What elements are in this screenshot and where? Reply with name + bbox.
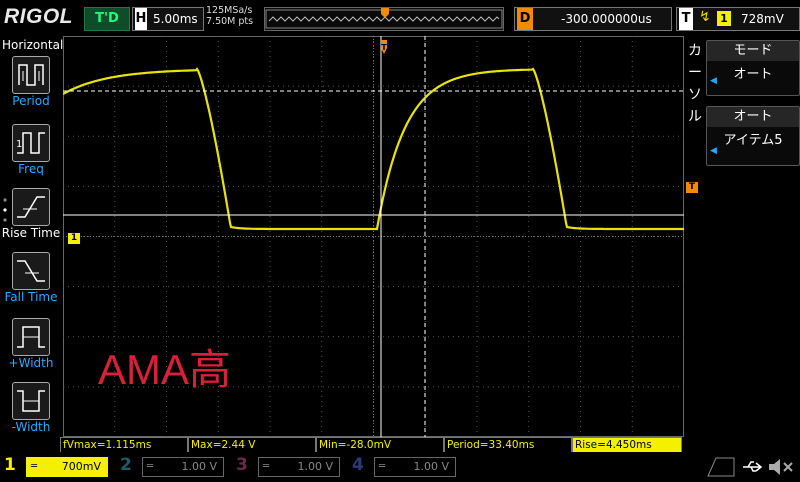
fall-time-icon — [12, 252, 50, 290]
measure-positive-width-label: +Width — [8, 356, 54, 370]
cursor-item-arrow-icon: ◀ — [710, 146, 717, 156]
measure-fall-time-button[interactable]: Fall Time — [0, 252, 62, 316]
measure-rise-time-label: Rise Time — [1, 226, 61, 240]
top-status-bar: RIGOL T'D H 5.00ms 125MSa/s 7.50M pts D … — [0, 0, 800, 36]
channel-3-settings: ═ 1.00 V — [258, 457, 340, 477]
channel-3-scale: 1.00 V — [297, 460, 333, 473]
measurement-item-selected[interactable]: Rise=4.450ms — [572, 437, 682, 453]
delay-value: -300.000000us — [561, 12, 652, 26]
measure-positive-width-button[interactable]: +Width — [0, 318, 62, 382]
trigger-label: T — [679, 8, 693, 30]
measure-negative-width-label: -Width — [11, 420, 51, 434]
measurement-item[interactable]: fVmax=1.115ms — [60, 437, 188, 453]
rise-time-icon — [12, 188, 50, 226]
channel-4-settings: ═ 1.00 V — [374, 457, 456, 477]
usb-icon — [740, 458, 764, 476]
measurement-bar: fVmax=1.115ms Max=2.44 V Min=-28.0mV Per… — [60, 437, 684, 453]
trigger-source: 1 — [717, 11, 731, 26]
cursor-item-header: オート — [707, 107, 799, 127]
period-icon — [12, 56, 50, 94]
measure-fall-time-label: Fall Time — [4, 290, 58, 304]
frequency-icon: 1 — [12, 124, 50, 162]
measure-negative-width-button[interactable]: -Width — [0, 382, 62, 446]
cursor-mode-arrow-icon: ◀ — [710, 76, 717, 86]
negative-width-icon — [12, 382, 50, 420]
measurement-item[interactable]: Max=2.44 V — [188, 437, 316, 453]
trigger-level: 728mV — [741, 12, 784, 26]
channel-4-coupling-icon: ═ — [379, 461, 386, 472]
measurement-item[interactable]: Min=-28.0mV — [316, 437, 444, 453]
measure-period-label: Period — [12, 94, 50, 108]
delay-label: D — [517, 8, 533, 30]
cursor-item-button[interactable]: オート アイテム5 ◀ — [706, 106, 800, 166]
svg-text:1: 1 — [16, 139, 22, 150]
cursor-item-value: アイテム5 — [723, 133, 783, 148]
timebase-value: 5.00ms — [153, 12, 198, 26]
menu-page-dots — [2, 196, 7, 236]
trigger-slope-icon: ↯ — [699, 9, 711, 25]
channel-4[interactable]: 4 ═ 1.00 V — [352, 455, 462, 479]
measure-period-button[interactable]: Period — [0, 56, 62, 120]
memory-trigger-marker — [381, 8, 389, 18]
sample-rate: 125MSa/s — [206, 5, 253, 16]
timebase-box[interactable]: H 5.00ms — [132, 7, 204, 31]
menu-tab-icon[interactable] — [706, 456, 736, 478]
measure-rise-time-button[interactable]: Rise Time — [0, 188, 62, 252]
channel-3[interactable]: 3 ═ 1.00 V — [236, 455, 346, 479]
channel-1[interactable]: 1 ═ 700mV — [4, 455, 114, 479]
watermark-text: AMA高 — [98, 346, 232, 393]
measure-menu: Horizontal Period 1 Freq Rise Time Fall … — [0, 36, 64, 456]
cursor-menu-title: カーソル — [688, 43, 702, 125]
trigger-box[interactable]: T ↯ 1 728mV — [676, 7, 800, 31]
channel-2-scale: 1.00 V — [181, 460, 217, 473]
horizontal-label: H — [135, 8, 147, 30]
measure-freq-label: Freq — [18, 162, 44, 176]
memory-depth: 7.50M pts — [206, 16, 254, 27]
channel-4-number: 4 — [352, 455, 364, 475]
memory-waveform-overview — [265, 8, 503, 29]
trigger-level-marker: T — [686, 182, 698, 193]
measurement-item[interactable]: Period=33.40ms — [444, 437, 572, 453]
cursor-mode-header: モード — [707, 41, 799, 61]
channel-2-coupling-icon: ═ — [147, 461, 154, 472]
acquisition-info: 125MSa/s 7.50M pts — [206, 5, 253, 27]
cursor-mode-value: オート — [733, 67, 773, 82]
channel-1-coupling-icon: ═ — [31, 461, 38, 472]
measure-menu-title: Horizontal — [2, 38, 64, 52]
trigger-position-label: T — [381, 43, 387, 52]
measure-freq-button[interactable]: 1 Freq — [0, 124, 62, 188]
channel-2[interactable]: 2 ═ 1.00 V — [120, 455, 230, 479]
channel-1-number: 1 — [4, 455, 16, 475]
channel-1-settings: ═ 700mV — [26, 457, 108, 477]
channel-1-scale: 700mV — [61, 460, 101, 473]
channel-4-scale: 1.00 V — [413, 460, 449, 473]
delay-box[interactable]: D -300.000000us — [514, 7, 672, 31]
trigger-status: T'D — [84, 7, 130, 31]
cursor-mode-button[interactable]: モード オート ◀ — [706, 40, 800, 96]
cursor-menu: カーソル モード オート ◀ オート アイテム5 ◀ — [684, 36, 800, 456]
ch1-offset-marker: 1 — [68, 233, 80, 244]
channel-bar: 1 ═ 700mV 2 ═ 1.00 V 3 ═ 1.00 V 4 ═ 1.00… — [0, 452, 800, 480]
memory-position-bar — [264, 7, 504, 31]
channel-3-coupling-icon: ═ — [263, 461, 270, 472]
rigol-logo: RIGOL — [4, 5, 73, 28]
channel-2-settings: ═ 1.00 V — [142, 457, 224, 477]
channel-3-number: 3 — [236, 455, 248, 475]
mute-icon[interactable] — [766, 457, 796, 477]
channel-2-number: 2 — [120, 455, 132, 475]
positive-width-icon — [12, 318, 50, 356]
